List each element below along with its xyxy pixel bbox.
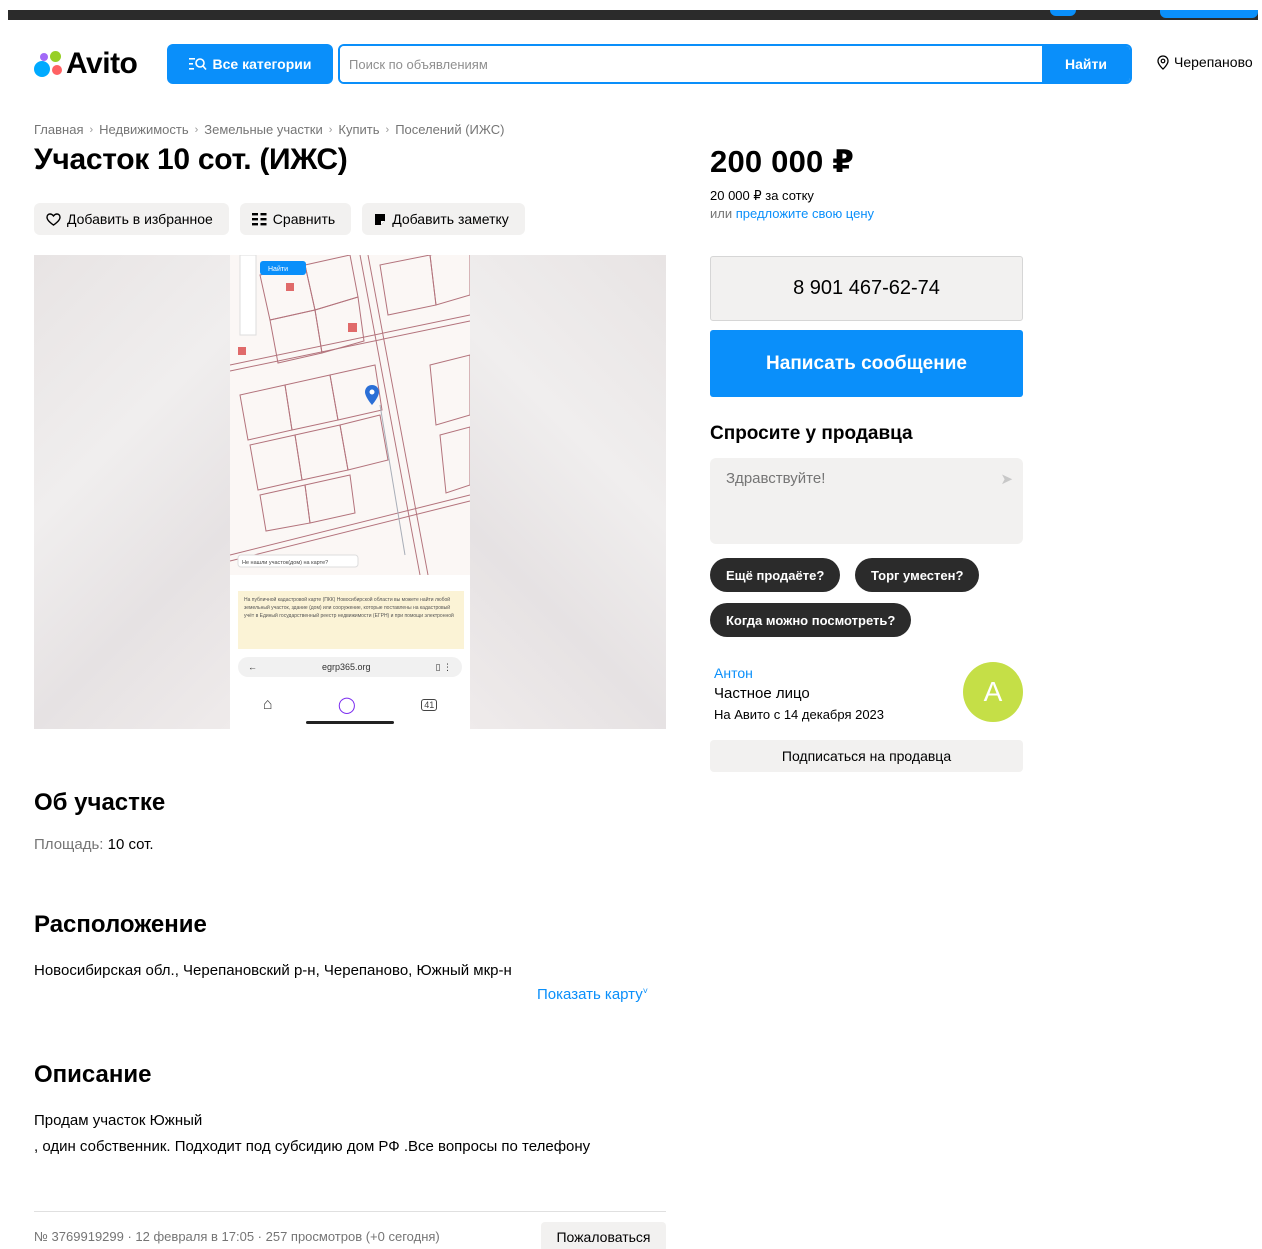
avito-logo[interactable]: Avito bbox=[34, 46, 138, 82]
ask-seller-title: Спросите у продавца bbox=[710, 423, 913, 444]
seller-type: Частное лицо bbox=[714, 685, 810, 702]
listing-actions: Добавить в избранное Сравнить Добавить з… bbox=[34, 203, 525, 235]
gallery-blur-right bbox=[470, 255, 666, 729]
chevron-down-icon: ˅ bbox=[642, 986, 648, 996]
search-button[interactable]: Найти bbox=[1042, 46, 1130, 82]
send-icon[interactable]: ➤ bbox=[1000, 470, 1013, 488]
description-text: Продам участок Южный , один собственник.… bbox=[34, 1108, 674, 1160]
ask-seller-input[interactable] bbox=[710, 458, 990, 544]
location-pin-icon bbox=[1157, 54, 1169, 70]
top-action-pill bbox=[1160, 10, 1258, 18]
note-icon bbox=[375, 213, 386, 225]
seller-name-link[interactable]: Антон bbox=[714, 665, 753, 681]
breadcrumb-home[interactable]: Главная bbox=[34, 122, 83, 137]
address-text: Новосибирская обл., Черепановский р-н, Ч… bbox=[34, 962, 512, 979]
add-to-favorites-button[interactable]: Добавить в избранное bbox=[34, 203, 229, 235]
show-map-label: Показать карту bbox=[537, 986, 643, 1003]
chevron-right-icon: › bbox=[385, 123, 390, 136]
quick-question-viewing[interactable]: Когда можно посмотреть? bbox=[710, 603, 912, 637]
footer-divider bbox=[34, 1211, 666, 1212]
bookmark-menu-icon: ▯ ⋮ bbox=[435, 661, 452, 672]
description-line: Продам участок Южный bbox=[34, 1112, 203, 1129]
add-to-favorites-label: Добавить в избранное bbox=[67, 211, 213, 227]
gallery-blur-left bbox=[34, 255, 230, 729]
all-categories-label: Все категории bbox=[212, 56, 312, 72]
breadcrumb: Главная › Недвижимость › Земельные участ… bbox=[34, 122, 504, 137]
add-note-button[interactable]: Добавить заметку bbox=[362, 203, 525, 235]
breadcrumb-izhs[interactable]: Поселений (ИЖС) bbox=[395, 122, 504, 137]
cadastral-notice: На публичной кадастровой карте (ПКК) Нов… bbox=[238, 591, 464, 649]
listing-meta: № 3769919299 · 12 февраля в 17:05 · 257 … bbox=[34, 1229, 440, 1244]
breadcrumb-land[interactable]: Земельные участки bbox=[204, 122, 322, 137]
report-button[interactable]: Пожаловаться bbox=[541, 1222, 666, 1249]
map-not-found-prompt: Не нашли участок(дом) на карте? bbox=[242, 560, 328, 566]
write-message-button[interactable]: Написать сообщение bbox=[710, 330, 1023, 397]
heart-icon bbox=[46, 212, 61, 226]
page-title: Участок 10 сот. (ИЖС) bbox=[34, 143, 348, 176]
compare-icon bbox=[251, 212, 267, 225]
cadastral-map-image: Найти Не нашли участок(дом) на карте? bbox=[230, 255, 470, 575]
menu-search-icon bbox=[188, 58, 207, 71]
search-input[interactable] bbox=[340, 46, 1042, 82]
browser-address-bar: ← egrp365.org ▯ ⋮ bbox=[238, 657, 462, 677]
add-note-label: Добавить заметку bbox=[392, 211, 509, 227]
area-param: Площадь: 10 сот. bbox=[34, 836, 154, 853]
assistant-icon: ◯ bbox=[337, 697, 356, 714]
site-header: Avito Все категории Найти Черепаново bbox=[0, 40, 1262, 90]
show-map-link[interactable]: Показать карту˅ bbox=[537, 986, 648, 1003]
avito-logo-icon bbox=[34, 49, 64, 79]
quick-question-bargain[interactable]: Торг уместен? bbox=[855, 558, 980, 592]
about-section-title: Об участке bbox=[34, 789, 166, 816]
back-arrow-icon: ← bbox=[248, 662, 257, 672]
price: 200 000 ₽ bbox=[710, 144, 855, 179]
phone-home-indicator bbox=[306, 721, 394, 724]
photo-gallery[interactable]: Найти Не нашли участок(дом) на карте? На… bbox=[34, 255, 666, 729]
seller-since: На Авито с 14 декабря 2023 bbox=[714, 707, 885, 722]
gallery-main-photo: Найти Не нашли участок(дом) на карте? На… bbox=[230, 255, 470, 729]
price-offer-line: или предложите свою цену bbox=[710, 206, 874, 221]
breadcrumb-real-estate[interactable]: Недвижимость bbox=[99, 122, 188, 137]
price-offer-prefix: или bbox=[710, 206, 733, 221]
home-icon: ⌂ bbox=[262, 696, 273, 713]
show-phone-button[interactable]: 8 901 467-62-74 bbox=[710, 256, 1023, 321]
breadcrumb-buy[interactable]: Купить bbox=[338, 122, 379, 137]
suggest-price-link[interactable]: предложите свою цену bbox=[736, 206, 874, 221]
ask-seller-box: ➤ bbox=[710, 458, 1023, 544]
search-bar: Найти bbox=[338, 44, 1132, 84]
avatar[interactable]: A bbox=[963, 662, 1023, 722]
compare-label: Сравнить bbox=[272, 211, 336, 227]
location-section-title: Расположение bbox=[34, 911, 207, 938]
location-label: Черепаново bbox=[1174, 54, 1253, 70]
phone-navbar: ⌂ ◯ 41 bbox=[230, 685, 470, 725]
subscribe-seller-button[interactable]: Подписаться на продавца bbox=[710, 740, 1023, 772]
notification-dot bbox=[1050, 10, 1076, 16]
chevron-right-icon: › bbox=[328, 123, 333, 136]
location-selector[interactable]: Черепаново bbox=[1157, 54, 1253, 70]
price-per-unit: 20 000 ₽ за сотку bbox=[710, 188, 814, 203]
all-categories-button[interactable]: Все категории bbox=[167, 44, 333, 84]
tabs-icon: 41 bbox=[421, 699, 438, 711]
chevron-right-icon: › bbox=[89, 123, 94, 136]
compare-button[interactable]: Сравнить bbox=[239, 203, 352, 235]
browser-url: egrp365.org bbox=[322, 662, 371, 672]
description-section-title: Описание bbox=[34, 1061, 152, 1088]
map-search-chip: Найти bbox=[268, 265, 288, 273]
logo-text: Avito bbox=[66, 47, 138, 80]
quick-question-still-selling[interactable]: Ещё продаёте? bbox=[710, 558, 841, 592]
area-label: Площадь: bbox=[34, 836, 104, 853]
description-line: , один собственник. Подходит под субсиди… bbox=[34, 1138, 591, 1155]
area-value: 10 сот. bbox=[107, 836, 154, 853]
top-strip bbox=[8, 10, 1258, 20]
chevron-right-icon: › bbox=[194, 123, 199, 136]
